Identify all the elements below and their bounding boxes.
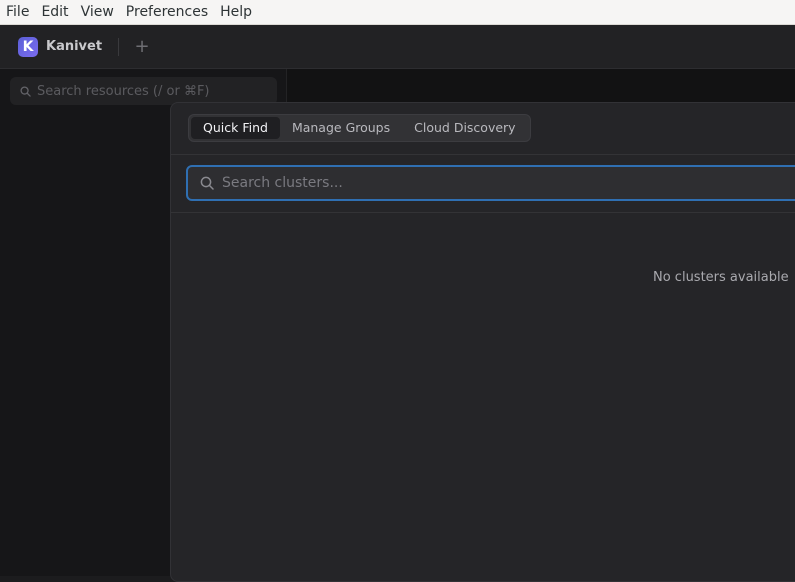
title-divider <box>118 37 120 56</box>
app-name: Kanivet <box>46 39 103 54</box>
tab-cloud-discovery[interactable]: Cloud Discovery <box>402 117 527 139</box>
menu-bar: File Edit View Preferences Help <box>0 0 795 25</box>
add-tab-button[interactable]: + <box>133 37 151 56</box>
app-logo: K <box>18 36 38 57</box>
tab-quick-find[interactable]: Quick Find <box>191 117 280 139</box>
cluster-search-input[interactable] <box>222 175 795 191</box>
cluster-search-row <box>171 155 795 213</box>
tab-manage-groups[interactable]: Manage Groups <box>280 117 402 139</box>
menu-view[interactable]: View <box>75 0 120 25</box>
modal-tabs-row: Quick Find Manage Groups Cloud Discovery <box>171 103 795 155</box>
cluster-search-box[interactable] <box>186 165 795 201</box>
app-title-bar: K Kanivet + <box>0 25 795 69</box>
menu-preferences[interactable]: Preferences <box>120 0 214 25</box>
menu-file[interactable]: File <box>0 0 35 25</box>
modal-tab-group: Quick Find Manage Groups Cloud Discovery <box>188 114 531 142</box>
menu-edit[interactable]: Edit <box>35 0 74 25</box>
empty-state-message: No clusters available <box>653 270 789 285</box>
cluster-picker-modal: Quick Find Manage Groups Cloud Discovery… <box>170 102 795 582</box>
search-icon <box>200 176 214 190</box>
menu-help[interactable]: Help <box>214 0 258 25</box>
